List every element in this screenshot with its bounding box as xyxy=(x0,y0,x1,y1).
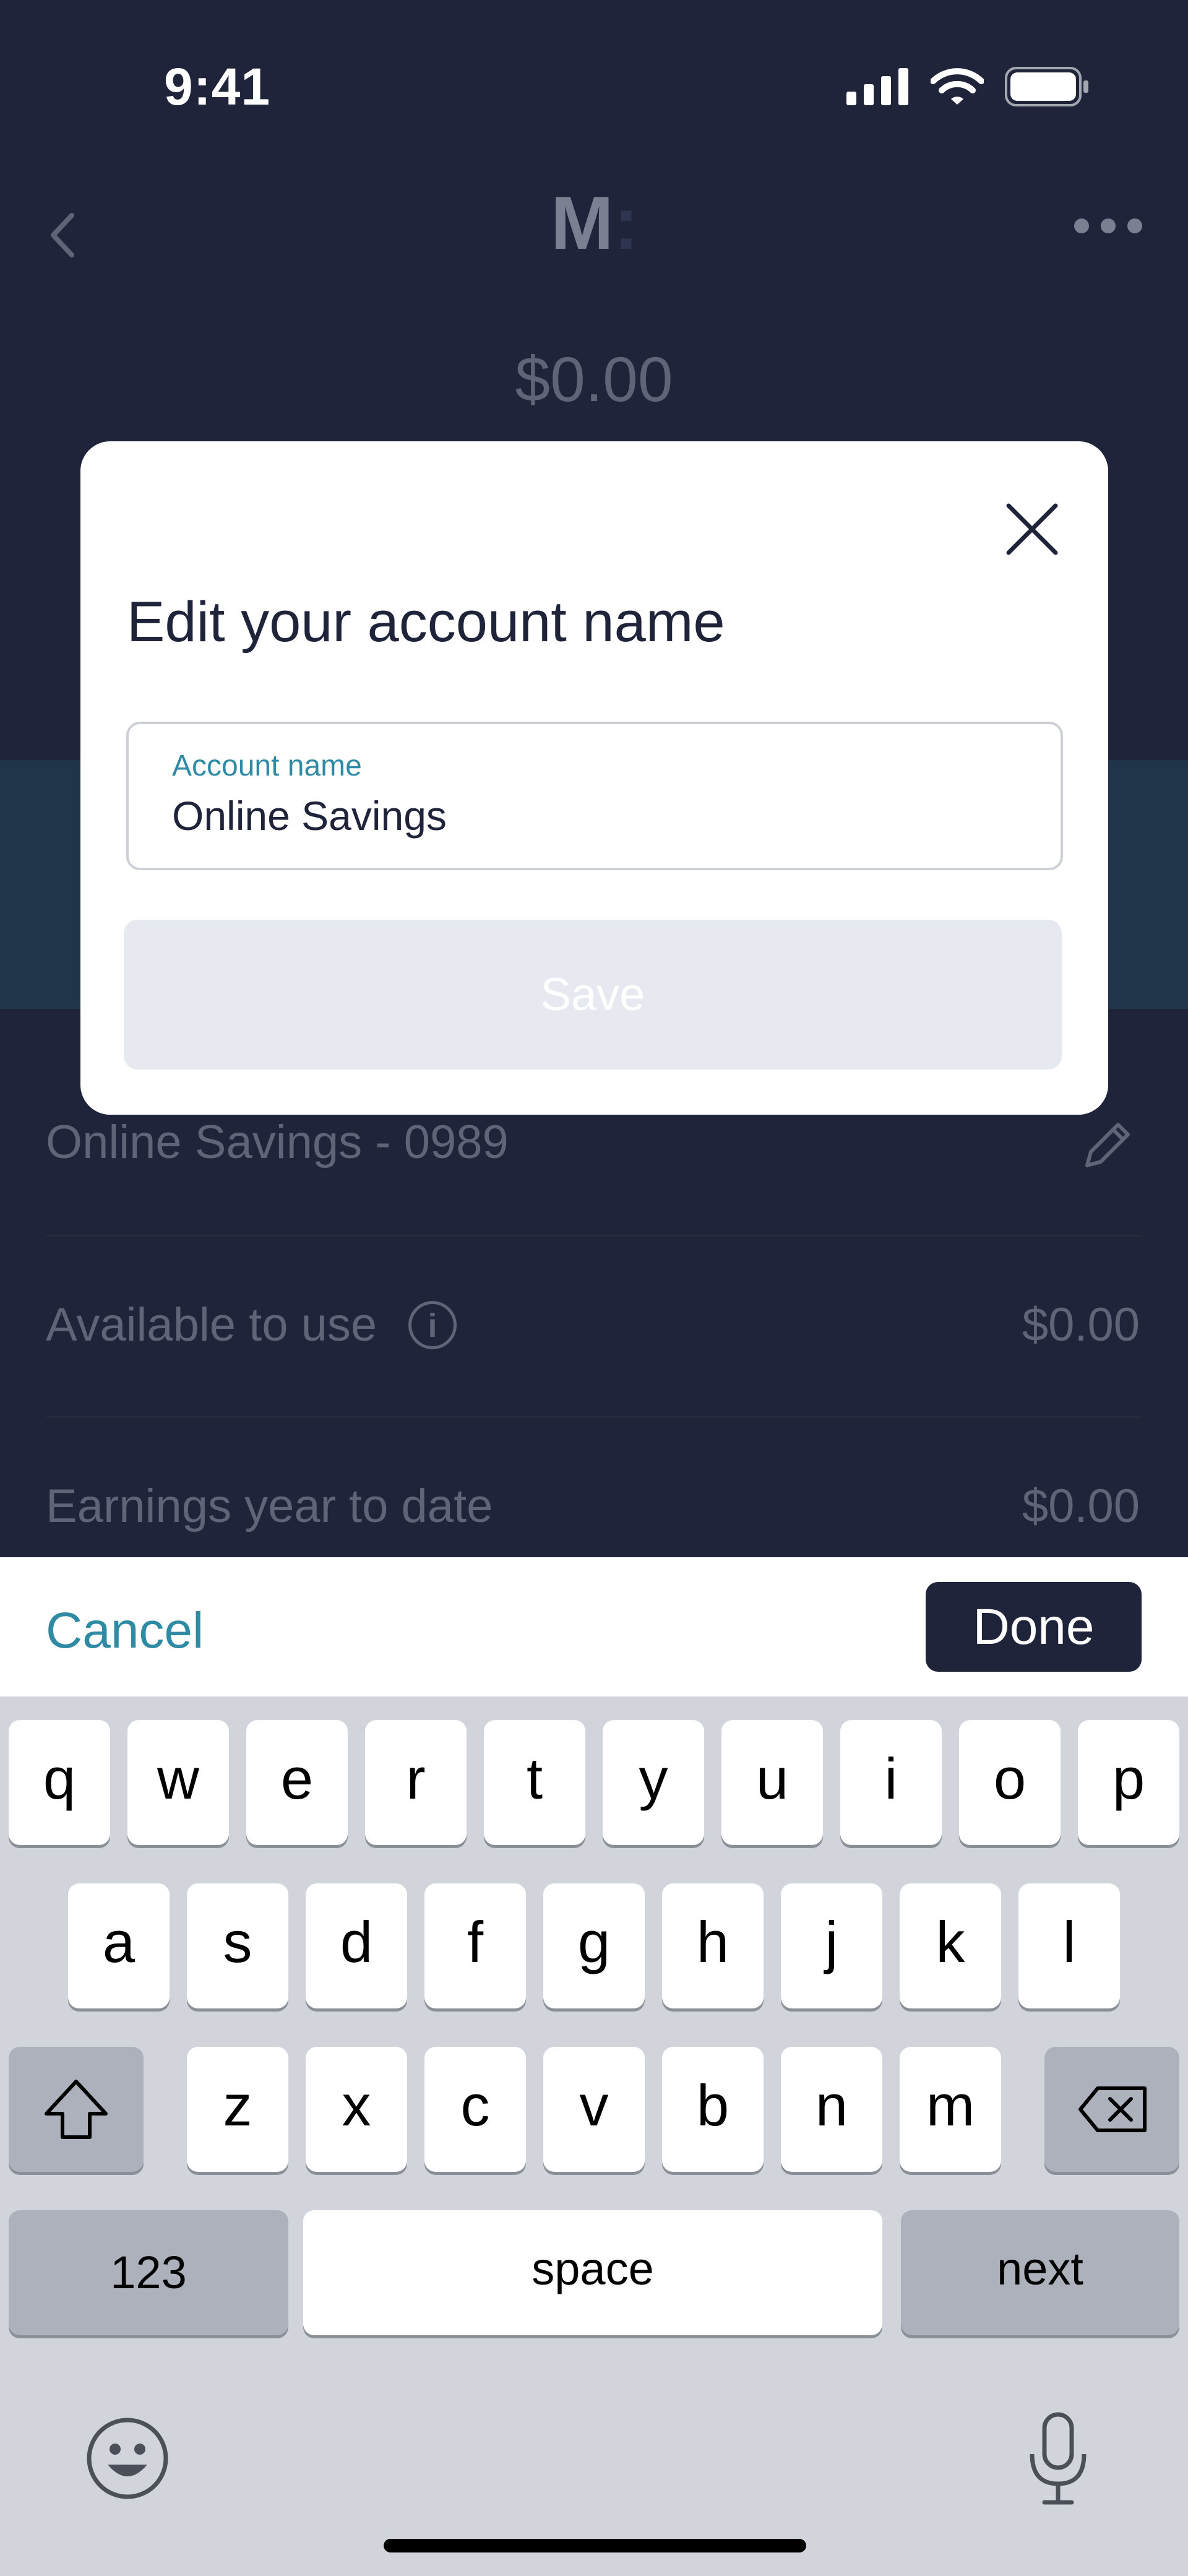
account-name-field[interactable]: Account name xyxy=(126,722,1063,870)
row-divider xyxy=(46,1416,1142,1418)
more-dot-icon xyxy=(1101,218,1116,233)
more-options-button[interactable] xyxy=(1074,214,1142,238)
edit-account-name-modal: Edit your account name Account name Save xyxy=(80,441,1108,1115)
key-f[interactable]: f xyxy=(424,1883,526,2008)
emoji-button[interactable] xyxy=(84,2415,171,2502)
pencil-icon xyxy=(1085,1123,1130,1167)
key-g[interactable]: g xyxy=(543,1883,645,2008)
keyboard-accessory-bar: Cancel Done xyxy=(0,1557,1188,1696)
logo-colon: : xyxy=(613,181,639,265)
key-q[interactable]: q xyxy=(9,1720,110,1845)
key-w[interactable]: w xyxy=(127,1720,229,1845)
modal-title: Edit your account name xyxy=(127,590,725,654)
cancel-button[interactable]: Cancel xyxy=(46,1602,204,1660)
key-x[interactable]: x xyxy=(306,2047,407,2172)
key-s[interactable]: s xyxy=(187,1883,288,2008)
done-button[interactable]: Done xyxy=(926,1582,1142,1672)
key-h[interactable]: h xyxy=(662,1883,764,2008)
available-to-use-label: Available to use xyxy=(46,1299,377,1351)
status-time: 9:41 xyxy=(164,58,271,116)
account-name-input[interactable] xyxy=(172,792,976,839)
backspace-key[interactable] xyxy=(1044,2047,1179,2172)
numbers-key[interactable]: 123 xyxy=(9,2210,288,2335)
earnings-ytd-value: $0.00 xyxy=(1022,1480,1140,1532)
emoji-icon xyxy=(87,2418,168,2499)
field-label: Account name xyxy=(172,750,362,782)
more-dot-icon xyxy=(1127,218,1142,233)
edit-account-name-button[interactable] xyxy=(1080,1117,1135,1173)
brand-logo: M: xyxy=(551,179,639,266)
logo-letter: M xyxy=(551,181,614,265)
key-a[interactable]: a xyxy=(68,1883,170,2008)
account-name-label: Online Savings - 0989 xyxy=(46,1116,509,1169)
key-c[interactable]: c xyxy=(424,2047,526,2172)
keyboard: q w e r t y u i o p a s d f g h j k l z … xyxy=(0,1696,1188,2576)
key-m[interactable]: m xyxy=(900,2047,1001,2172)
save-button[interactable]: Save xyxy=(124,920,1062,1070)
key-b[interactable]: b xyxy=(662,2047,764,2172)
key-n[interactable]: n xyxy=(781,2047,882,2172)
key-y[interactable]: y xyxy=(603,1720,704,1845)
key-i[interactable]: i xyxy=(840,1720,942,1845)
key-d[interactable]: d xyxy=(306,1883,407,2008)
battery-icon xyxy=(1005,67,1088,106)
status-icons xyxy=(846,67,1089,106)
more-dot-icon xyxy=(1074,218,1089,233)
key-t[interactable]: t xyxy=(484,1720,585,1845)
info-icon[interactable]: i xyxy=(408,1301,457,1349)
account-balance: $0.00 xyxy=(515,344,673,415)
wifi-icon xyxy=(931,68,984,105)
row-divider xyxy=(46,1235,1142,1237)
shift-key[interactable] xyxy=(9,2047,144,2172)
key-p[interactable]: p xyxy=(1078,1720,1179,1845)
dictation-button[interactable] xyxy=(1021,2410,1095,2509)
microphone-icon xyxy=(1030,2412,1087,2505)
key-u[interactable]: u xyxy=(721,1720,823,1845)
back-button[interactable] xyxy=(40,204,83,266)
key-z[interactable]: z xyxy=(187,2047,288,2172)
key-l[interactable]: l xyxy=(1018,1883,1120,2008)
key-j[interactable]: j xyxy=(781,1883,882,2008)
backspace-icon xyxy=(1078,2086,1147,2132)
signal-icon xyxy=(846,68,908,105)
key-r[interactable]: r xyxy=(365,1720,467,1845)
shift-icon xyxy=(45,2080,108,2139)
key-k[interactable]: k xyxy=(900,1883,1001,2008)
key-e[interactable]: e xyxy=(246,1720,348,1845)
next-key[interactable]: next xyxy=(901,2210,1179,2335)
earnings-ytd-label: Earnings year to date xyxy=(46,1480,493,1532)
space-key[interactable]: space xyxy=(303,2210,882,2335)
chevron-left-icon xyxy=(51,213,74,257)
key-o[interactable]: o xyxy=(959,1720,1061,1845)
close-icon xyxy=(1006,503,1058,555)
home-indicator xyxy=(384,2539,806,2552)
close-button[interactable] xyxy=(999,496,1065,563)
key-v[interactable]: v xyxy=(543,2047,645,2172)
available-to-use-value: $0.00 xyxy=(1022,1299,1140,1351)
